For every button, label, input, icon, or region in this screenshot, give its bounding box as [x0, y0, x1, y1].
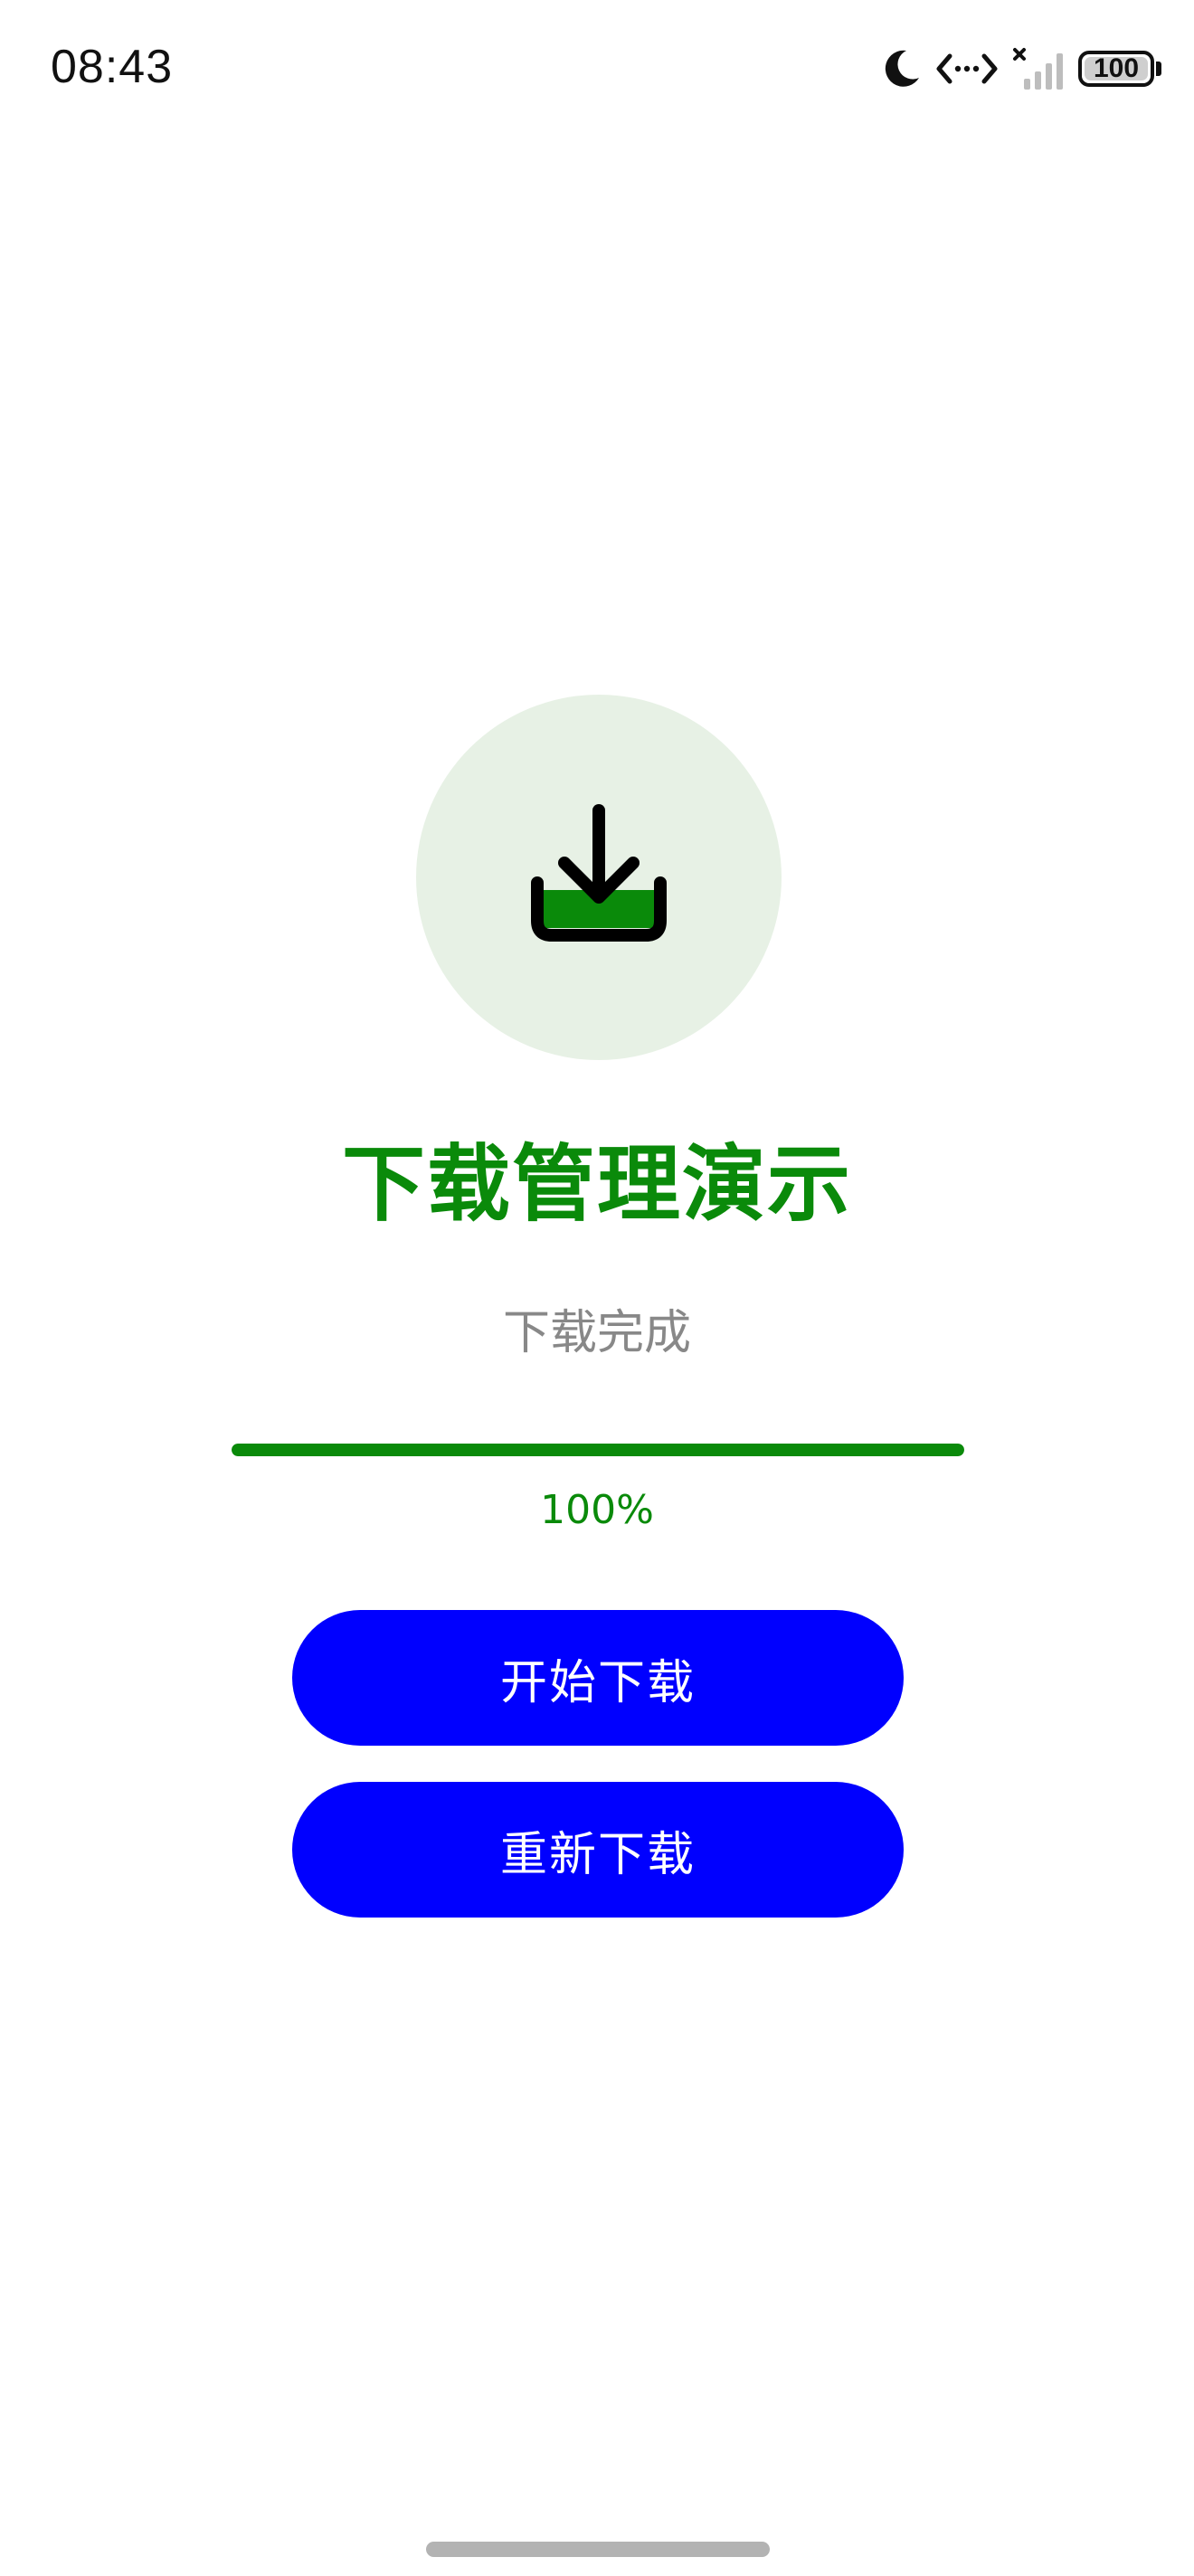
cellular-signal-no-sim-icon — [1011, 46, 1066, 91]
download-icon-circle — [416, 695, 782, 1060]
home-indicator[interactable] — [426, 2542, 770, 2557]
status-bar: 08:43 100 — [0, 0, 1194, 136]
download-progress-bar — [232, 1444, 964, 1456]
download-status-text: 下载完成 — [502, 1306, 691, 1360]
battery-percent-text: 100 — [1093, 53, 1140, 83]
battery-tip — [1156, 62, 1161, 76]
battery-icon: 100 — [1078, 51, 1154, 87]
download-tray-icon — [517, 796, 680, 959]
moon-icon — [879, 47, 923, 90]
status-time: 08:43 — [51, 41, 174, 93]
start-download-button[interactable]: 开始下载 — [292, 1610, 904, 1746]
status-icons: 100 — [879, 42, 1161, 96]
restart-download-button[interactable]: 重新下载 — [292, 1782, 904, 1918]
download-progress-fill — [232, 1444, 964, 1456]
download-percent-text: 100% — [540, 1487, 654, 1533]
data-transfer-icon — [935, 47, 999, 90]
page-title: 下载管理演示 — [341, 1136, 852, 1233]
